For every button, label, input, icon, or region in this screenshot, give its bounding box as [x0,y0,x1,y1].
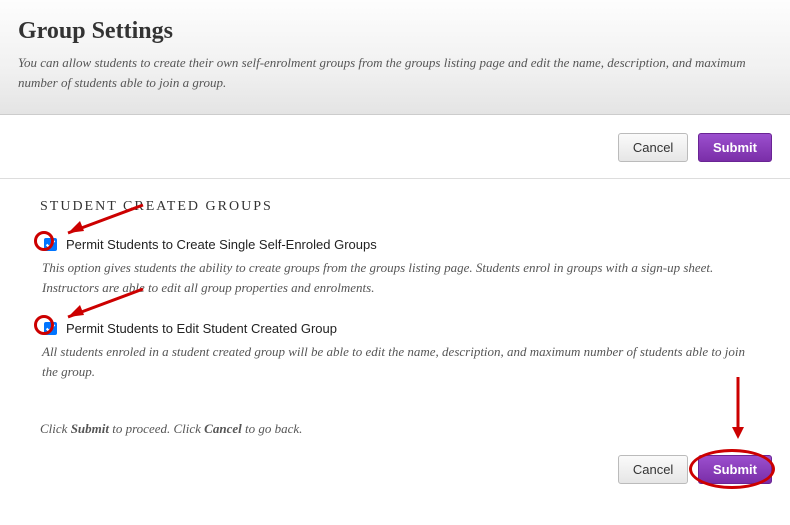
page-title: Group Settings [18,18,772,45]
option-block-2: Permit Students to Edit Student Created … [40,319,750,381]
section-heading: STUDENT CREATED GROUPS [40,199,750,215]
cancel-button[interactable]: Cancel [618,455,688,484]
instruction-submit-word: Submit [71,421,109,436]
permit-create-checkbox[interactable] [44,238,57,251]
instruction-prefix: Click [40,421,71,436]
permit-edit-description: All students enroled in a student create… [42,342,750,381]
button-row-top: Cancel Submit [0,115,790,168]
permit-edit-checkbox[interactable] [44,322,57,335]
button-row-bottom: Cancel Submit [0,447,790,498]
content-area: STUDENT CREATED GROUPS Permit Students t… [0,179,790,447]
submit-button[interactable]: Submit [698,133,772,162]
submit-button[interactable]: Submit [698,455,772,484]
option-block-1: Permit Students to Create Single Self-En… [40,235,750,297]
instruction-middle: to proceed. Click [109,421,204,436]
instruction-cancel-word: Cancel [204,421,242,436]
permit-create-label: Permit Students to Create Single Self-En… [66,237,377,252]
permit-create-description: This option gives students the ability t… [42,258,750,297]
cancel-button[interactable]: Cancel [618,133,688,162]
instruction-text: Click Submit to proceed. Click Cancel to… [40,421,750,437]
permit-edit-label: Permit Students to Edit Student Created … [66,321,337,336]
header-banner: Group Settings You can allow students to… [0,0,790,115]
page-subtitle: You can allow students to create their o… [18,53,772,92]
instruction-suffix: to go back. [242,421,303,436]
